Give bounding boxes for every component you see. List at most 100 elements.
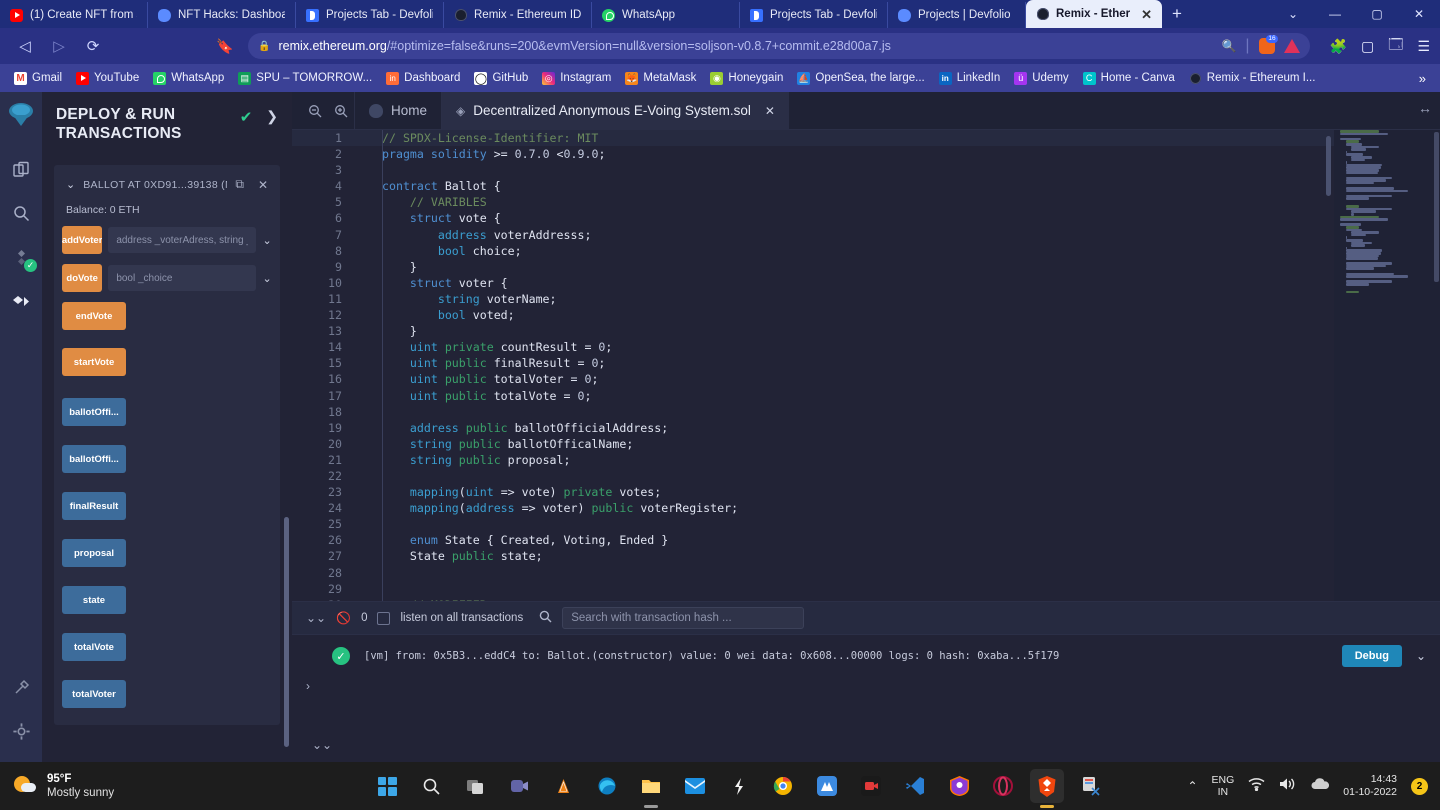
terminal-prompt[interactable]: ›: [292, 667, 1440, 693]
bookmark-item[interactable]: YouTube: [70, 70, 145, 87]
function-button-doVote[interactable]: doVote: [62, 264, 103, 293]
vscode-icon[interactable]: [898, 769, 932, 803]
editor-minimap[interactable]: [1334, 130, 1440, 649]
onedrive-icon[interactable]: [1310, 777, 1330, 796]
copy-icon[interactable]: ⧉: [235, 177, 244, 192]
function-button-state[interactable]: state: [62, 586, 126, 615]
browser-tab[interactable]: WhatsApp: [592, 2, 740, 28]
instance-header[interactable]: ⌄ BALLOT AT 0XD91...39138 (ME ⧉ ✕: [62, 175, 272, 200]
browser-tab[interactable]: Projects | Devfolio: [888, 2, 1026, 28]
bookmark-icon[interactable]: 🔖: [212, 33, 238, 59]
bookmark-item[interactable]: ◉ Honeygain: [704, 70, 789, 87]
function-button-endVote[interactable]: endVote: [62, 302, 126, 331]
bookmark-item[interactable]: ◯ GitHub: [468, 70, 534, 87]
bookmark-item[interactable]: ⛵ OpenSea, the large...: [791, 70, 930, 87]
settings-icon[interactable]: [8, 718, 34, 744]
debug-button[interactable]: Debug: [1341, 645, 1402, 667]
browser-tab[interactable]: NFT Hacks: Dashboard: [148, 2, 296, 28]
close-icon[interactable]: ✕: [765, 104, 775, 118]
bookmark-item[interactable]: ◎ Instagram: [536, 70, 617, 87]
slack-icon[interactable]: [722, 769, 756, 803]
chevron-down-icon[interactable]: ⌄: [66, 178, 75, 191]
code-editor[interactable]: 1 // SPDX-License-Identifier: MIT 2 pragma …: [292, 130, 1334, 649]
tab-search-icon[interactable]: ⌄: [1272, 0, 1314, 28]
editor-scrollbar[interactable]: [1326, 136, 1331, 196]
opera-icon[interactable]: [986, 769, 1020, 803]
close-icon[interactable]: ✕: [252, 178, 268, 192]
function-input-addVoter[interactable]: [108, 227, 257, 254]
omnibox-search-icon[interactable]: 🔍: [1221, 39, 1236, 53]
no-entry-icon[interactable]: 🚫: [336, 611, 351, 625]
bookmark-item[interactable]: M Gmail: [8, 70, 68, 87]
terminal-log-row[interactable]: ✓ [vm] from: 0x5B3...eddC4 to: Ballot.(c…: [292, 635, 1440, 667]
function-button-startVote[interactable]: startVote: [62, 348, 126, 377]
function-button-finalResult[interactable]: finalResult: [62, 492, 126, 521]
new-tab-button[interactable]: +: [1162, 0, 1192, 28]
bookmark-item[interactable]: ü Udemy: [1008, 70, 1074, 87]
bookmark-item[interactable]: in Dashboard: [380, 70, 466, 87]
reload-icon[interactable]: ⟳: [78, 32, 108, 60]
function-button-ballotOfficialAddress[interactable]: ballotOffi...: [62, 398, 126, 427]
bookmark-item[interactable]: in LinkedIn: [933, 70, 1006, 87]
bookmark-item[interactable]: WhatsApp: [147, 70, 230, 87]
browser-menu-icon[interactable]: ☰: [1417, 38, 1430, 55]
minimize-button[interactable]: —: [1314, 0, 1356, 28]
search-icon[interactable]: [8, 200, 34, 226]
browser-tab[interactable]: Projects Tab - Devfolio: [740, 2, 888, 28]
back-icon[interactable]: ◁: [10, 32, 40, 60]
zoom-out-icon[interactable]: [302, 98, 328, 124]
snipping-tool-icon[interactable]: [1074, 769, 1108, 803]
brave-shields-icon[interactable]: 16: [1258, 35, 1278, 54]
tray-overflow-icon[interactable]: ⌃: [1187, 779, 1197, 793]
chevron-down-icon[interactable]: ⌄: [1416, 649, 1426, 663]
chrome-icon[interactable]: [766, 769, 800, 803]
transaction-search-input[interactable]: [562, 607, 805, 629]
bookmark-item[interactable]: ▤ SPU – TOMORROW...: [232, 70, 378, 87]
wifi-icon[interactable]: [1248, 777, 1265, 796]
clock[interactable]: 14:43 01-10-2022: [1343, 773, 1397, 799]
editor-tab-home[interactable]: Home: [354, 91, 441, 130]
deploy-run-icon[interactable]: [8, 288, 34, 314]
function-button-totalVoter[interactable]: totalVoter: [62, 680, 126, 709]
camtasia-icon[interactable]: [854, 769, 888, 803]
teams-icon[interactable]: [502, 769, 536, 803]
search-taskbar-icon[interactable]: [414, 769, 448, 803]
function-button-addVoter[interactable]: addVoter: [62, 226, 103, 255]
language-indicator[interactable]: ENG IN: [1212, 774, 1235, 798]
plugin-manager-icon[interactable]: [8, 674, 34, 700]
zoom-in-icon[interactable]: [328, 98, 354, 124]
function-button-proposal[interactable]: proposal: [62, 539, 126, 568]
maximize-button[interactable]: ▢: [1356, 0, 1398, 28]
function-button-totalVote[interactable]: totalVote: [62, 633, 126, 662]
chevrons-down-icon[interactable]: ⌄⌄: [306, 611, 326, 625]
close-tab-icon[interactable]: ✕: [1141, 8, 1152, 21]
bookmarks-overflow-button[interactable]: »: [1419, 71, 1432, 86]
panel-scrollbar[interactable]: [284, 517, 289, 747]
edge-icon[interactable]: [590, 769, 624, 803]
mail-icon[interactable]: [678, 769, 712, 803]
bookmark-item[interactable]: Remix - Ethereum I...: [1183, 70, 1322, 87]
start-button[interactable]: [370, 769, 404, 803]
browser-tab[interactable]: Remix - Ethereum IDE: [444, 2, 592, 28]
atlas-icon[interactable]: [810, 769, 844, 803]
panel-expand-icon[interactable]: ❯: [266, 108, 278, 125]
metamask-warning-icon[interactable]: [1283, 39, 1300, 53]
bookmark-item[interactable]: C Home - Canva: [1077, 70, 1181, 87]
avast-icon[interactable]: [942, 769, 976, 803]
chevron-down-icon[interactable]: ⌄: [262, 272, 272, 285]
browser-tab[interactable]: (1) Create NFT from sc: [0, 2, 148, 28]
chevron-down-icon[interactable]: ⌄: [262, 234, 272, 247]
notification-badge[interactable]: 2: [1411, 777, 1428, 795]
extensions-icon[interactable]: 🧩: [1330, 38, 1347, 55]
sidebar-toggle-icon[interactable]: ▢: [1361, 38, 1374, 55]
listen-all-transactions-checkbox[interactable]: [377, 611, 391, 625]
browser-tab[interactable]: Projects Tab - Devfolio: [296, 2, 444, 28]
editor-tab-solidity-file[interactable]: ◈ Decentralized Anonymous E-Voing System…: [441, 91, 789, 130]
close-window-button[interactable]: ✕: [1398, 0, 1440, 28]
volume-icon[interactable]: [1279, 777, 1296, 796]
collapse-terminal-icon[interactable]: ⌄⌄: [312, 738, 332, 752]
weather-widget[interactable]: 95°F Mostly sunny: [0, 772, 300, 801]
profile-icon[interactable]: 🗔: [1388, 34, 1403, 58]
task-view-icon[interactable]: [458, 769, 492, 803]
resize-horizontal-icon[interactable]: ↔: [1418, 100, 1432, 116]
